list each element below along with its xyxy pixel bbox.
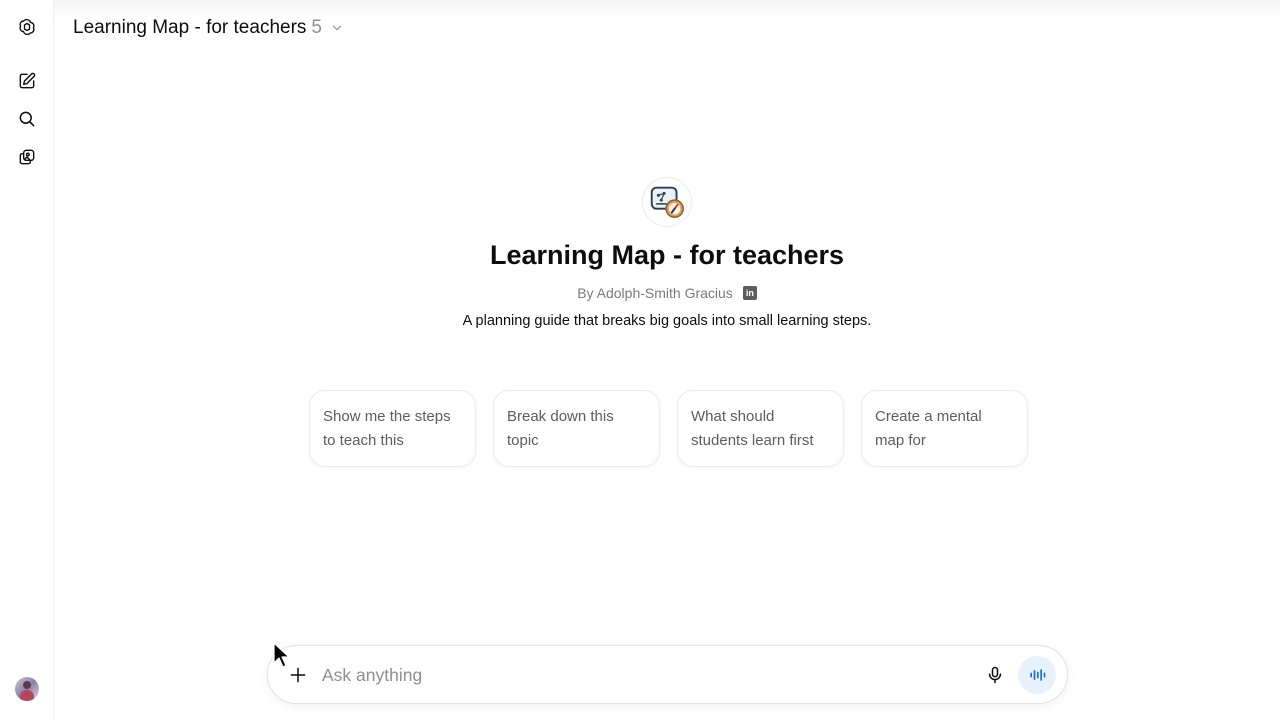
learning-map-icon [650,186,684,218]
voice-mode-button[interactable] [1018,656,1056,694]
page-title: Learning Map - for teachers [73,17,307,38]
chevron-down-icon [332,25,342,31]
starter-break-down[interactable]: Break down this topic [493,390,660,467]
gpt-description: A planning guide that breaks big goals i… [462,313,872,329]
starter-show-steps[interactable]: Show me the steps to teach this [309,390,476,467]
app: Learning Map - for teachers 5 Learning M… [0,0,1280,720]
chat-input[interactable] [322,662,962,688]
starter-mental-map[interactable]: Create a mental map for [861,390,1028,467]
version-count: 5 [311,17,322,38]
plus-icon[interactable] [284,661,312,689]
conversation-starters: Show me the steps to teach this Break do… [309,390,1028,467]
model-selector[interactable]: Learning Map - for teachers 5 [73,16,344,40]
composer [267,645,1068,704]
openai-logo-icon[interactable] [13,13,41,41]
new-chat-icon[interactable] [13,67,41,95]
starter-learn-first[interactable]: What should students learn first [677,390,844,467]
gpt-avatar [642,177,692,227]
sidebar-rail [0,0,54,720]
main-panel: Learning Map - for teachers 5 Learning M… [54,0,1280,720]
byline: By Adolph-Smith Gracius in [54,285,1280,301]
author-name: By Adolph-Smith Gracius [577,285,733,301]
search-icon[interactable] [13,105,41,133]
linkedin-icon[interactable]: in [742,286,757,300]
avatar[interactable] [15,677,39,701]
microphone-icon[interactable] [981,661,1009,689]
gpt-name: Learning Map - for teachers [489,240,845,270]
waveform-icon [1030,669,1046,681]
library-icon[interactable] [13,143,41,171]
